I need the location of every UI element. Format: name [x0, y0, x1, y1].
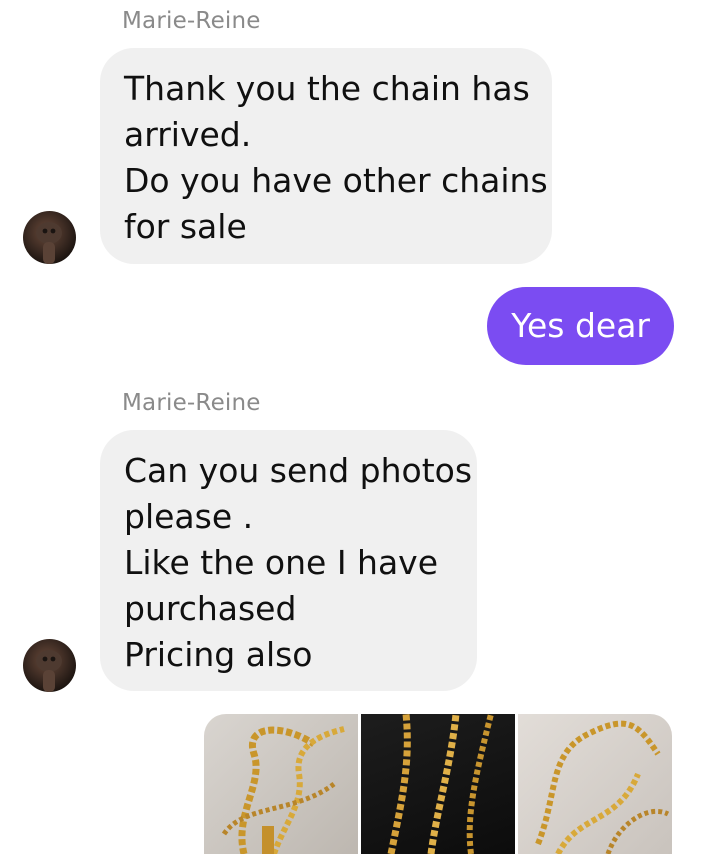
gold-chain-photo-icon [535, 720, 670, 854]
gold-chain-photo-icon [387, 714, 494, 854]
sender-name: Marie-Reine [122, 390, 261, 416]
photo-attachment[interactable] [518, 714, 672, 854]
photo-attachments [204, 714, 672, 854]
message-text-line: Pricing also [124, 635, 313, 674]
message-text-line: please . [124, 497, 254, 536]
incoming-message-bubble[interactable]: Can you send photos please . Like the on… [100, 430, 477, 691]
contact-avatar[interactable] [23, 211, 76, 264]
outgoing-message-bubble[interactable]: Yes dear [487, 287, 674, 365]
avatar-photo-icon [36, 222, 62, 264]
contact-avatar[interactable] [23, 639, 76, 692]
message-text-line: purchased [124, 589, 297, 628]
sender-name: Marie-Reine [122, 8, 261, 34]
message-text-line: Do you have other chains [124, 161, 548, 200]
message-text-line: Like the one I have [124, 543, 439, 582]
incoming-message-bubble[interactable]: Thank you the chain has arrived. Do you … [100, 48, 552, 264]
message-text: Yes dear [511, 306, 650, 345]
photo-attachment[interactable] [361, 714, 515, 854]
message-text-line: Thank you the chain has [124, 69, 530, 108]
gold-chain-photo-icon [221, 726, 345, 854]
message-text-line: Can you send photos [124, 451, 473, 490]
photo-attachment[interactable] [204, 714, 358, 854]
message-text-line: arrived. [124, 115, 252, 154]
avatar-photo-icon [36, 650, 62, 692]
message-text-line: for sale [124, 207, 247, 246]
